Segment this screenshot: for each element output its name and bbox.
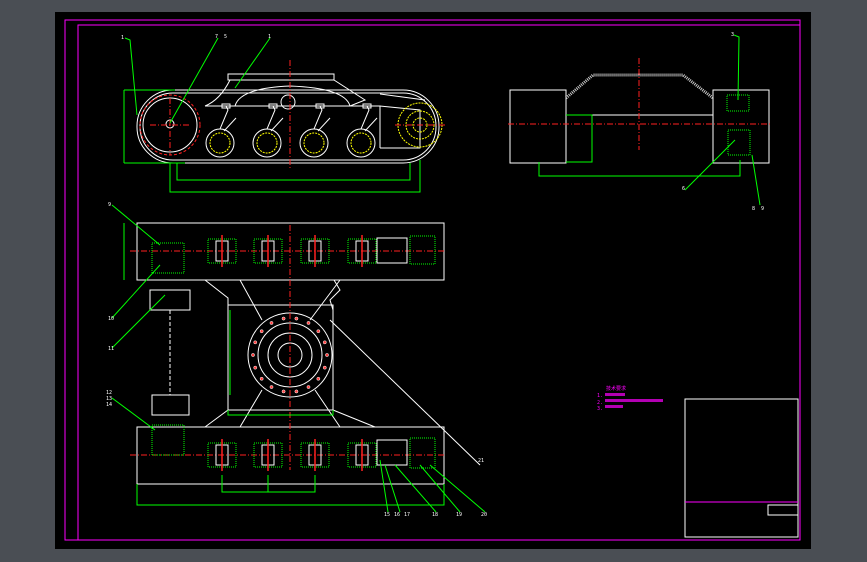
note-line: 1. bbox=[597, 393, 603, 399]
bolt-hole bbox=[322, 340, 327, 345]
bolt-hole bbox=[281, 389, 286, 394]
bolt-hole bbox=[253, 365, 258, 370]
bolt-hole bbox=[269, 321, 274, 325]
balloon: 14 bbox=[106, 402, 112, 408]
note-line: 3. bbox=[597, 406, 603, 412]
balloon: 16 bbox=[394, 512, 400, 518]
balloon: 19 bbox=[456, 512, 462, 518]
balloon: 1 bbox=[121, 35, 124, 41]
balloon: 11 bbox=[108, 346, 114, 352]
balloon: 3 bbox=[731, 32, 734, 38]
cad-drawing-canvas[interactable]: 1 7 5 1 3 6 8 9 9 10 11 12 13 14 15 16 1… bbox=[0, 0, 867, 562]
bolt-hole bbox=[322, 365, 327, 370]
notes-heading: 技术要求 bbox=[606, 385, 626, 392]
bolt-hole bbox=[281, 316, 286, 321]
balloon: 5 bbox=[224, 34, 227, 40]
note-text-block bbox=[605, 393, 625, 396]
balloon: 20 bbox=[481, 512, 487, 518]
bolt-hole bbox=[316, 376, 321, 381]
balloon: 17 bbox=[404, 512, 410, 518]
balloon: 1 bbox=[268, 34, 271, 40]
balloon: 9 bbox=[108, 202, 111, 208]
balloon: 15 bbox=[384, 512, 390, 518]
balloon: 8 bbox=[752, 206, 755, 212]
bolt-hole bbox=[253, 340, 258, 345]
bolt-hole bbox=[259, 376, 264, 381]
bolt-hole bbox=[325, 353, 329, 357]
bolt-hole bbox=[269, 385, 274, 389]
balloon: 7 bbox=[215, 34, 218, 40]
bolt-hole bbox=[306, 385, 311, 389]
bolt-hole bbox=[294, 389, 299, 394]
balloon: 9 bbox=[761, 206, 764, 212]
bolt-hole bbox=[306, 321, 311, 325]
bolt-hole bbox=[316, 329, 321, 334]
note-text-block bbox=[605, 405, 623, 408]
balloon: 18 bbox=[432, 512, 438, 518]
balloon: 10 bbox=[108, 316, 114, 322]
bolt-hole bbox=[294, 316, 299, 321]
note-text-block bbox=[605, 399, 663, 402]
bolt-hole bbox=[251, 353, 255, 357]
balloon: 6 bbox=[682, 186, 685, 192]
bolt-hole bbox=[259, 329, 264, 334]
balloon: 21 bbox=[478, 458, 484, 464]
